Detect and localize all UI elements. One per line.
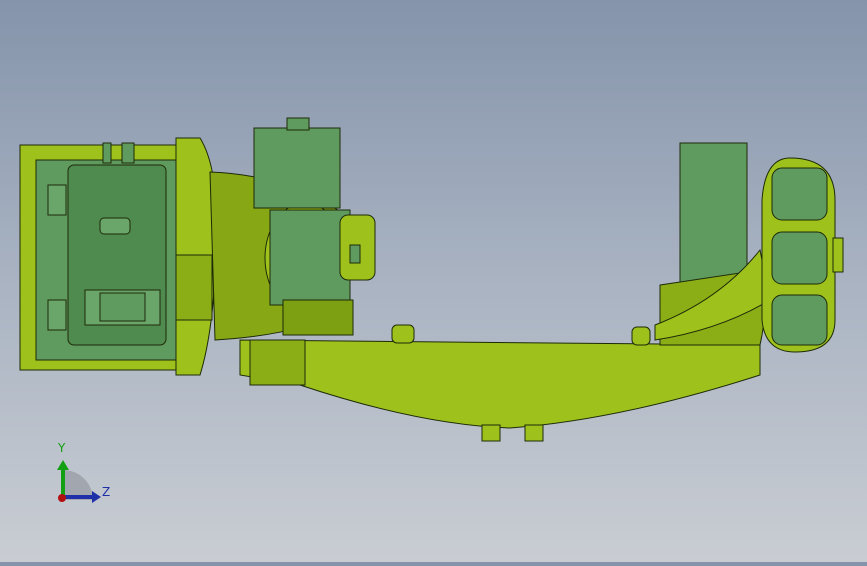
shoulder-motor <box>253 117 376 336</box>
lower-arm-beam <box>239 339 761 429</box>
cad-viewport[interactable]: Y Z <box>0 0 867 562</box>
wrist-motor <box>654 142 771 346</box>
coordinate-triad <box>57 460 101 503</box>
wrist-housing <box>761 157 844 353</box>
left-motor-housing <box>19 137 218 376</box>
x-axis-dot <box>58 494 66 502</box>
z-axis-label: Z <box>102 485 111 499</box>
robot-arm-model <box>19 117 844 503</box>
y-axis-label: Y <box>58 441 66 455</box>
